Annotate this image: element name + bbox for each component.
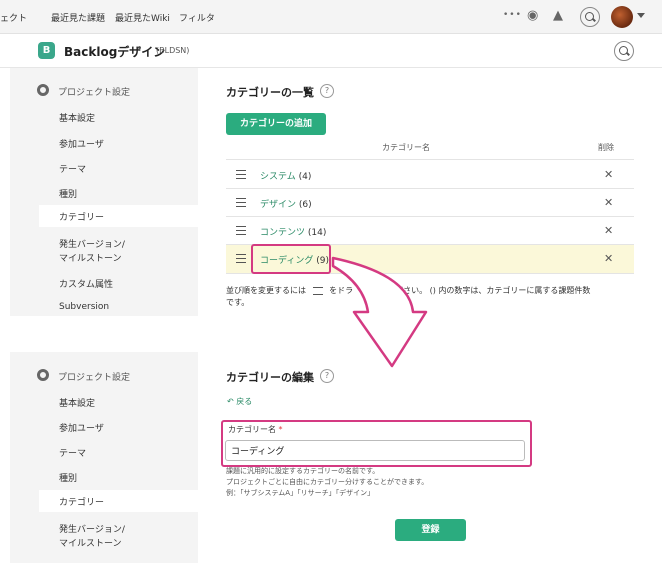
sidebar-heading: プロジェクト設定	[58, 88, 131, 98]
sidebar-item-milestone[interactable]: マイルストーン	[59, 251, 122, 264]
sidebar-item-theme[interactable]: テーマ	[59, 446, 86, 459]
gear-icon	[37, 84, 49, 96]
project-key: (BLDSN)	[156, 46, 190, 55]
delete-icon[interactable]: ✕	[604, 252, 613, 265]
nav-project[interactable]: ェクト	[0, 11, 27, 24]
sidebar-item-users[interactable]: 参加ユーザ	[59, 137, 104, 150]
delete-icon[interactable]: ✕	[604, 196, 613, 209]
sidebar-item-label: カテゴリー	[59, 213, 105, 223]
watch-eye-icon[interactable]: ◉	[527, 8, 538, 23]
gear-icon	[37, 369, 49, 381]
nav-recent-wiki[interactable]: 最近見たWiki	[115, 11, 170, 24]
project-search-icon[interactable]	[614, 41, 634, 61]
table-row: システム (4) ✕	[226, 161, 634, 189]
project-header: B Backlogデザイン (BLDSN)	[0, 34, 662, 68]
sidebar-heading: プロジェクト設定	[58, 373, 131, 383]
sidebar-item-version[interactable]: 発生バージョン/	[59, 522, 125, 535]
sidebar-item-category[interactable]: カテゴリー	[39, 490, 209, 512]
delete-icon[interactable]: ✕	[604, 168, 613, 181]
help-icon[interactable]: ?	[320, 84, 334, 98]
more-icon[interactable]: •••	[503, 10, 522, 20]
chevron-down-icon[interactable]	[637, 13, 645, 18]
sidebar-item-label: カテゴリー	[59, 498, 105, 508]
category-link[interactable]: デザイン (6)	[260, 197, 312, 210]
drag-handle-icon[interactable]	[236, 254, 246, 263]
settings-sidebar-edit: プロジェクト設定 基本設定 参加ユーザ テーマ 種別 カテゴリー 発生バージョン…	[10, 352, 209, 563]
category-edit-title: カテゴリーの編集	[226, 371, 314, 384]
category-list-title: カテゴリーの一覧	[226, 86, 314, 99]
field-hint: 課題に汎用的に設定するカテゴリーの名前です。 プロジェクトごとに自由にカテゴリー…	[226, 467, 429, 497]
table-divider	[226, 159, 634, 160]
top-navigation: ェクト 最近見た課題 最近見たWiki フィルタ ••• ◉ ▲	[0, 0, 662, 34]
sidebar-item-basic[interactable]: 基本設定	[59, 396, 95, 409]
drag-handle-icon[interactable]	[236, 226, 246, 235]
table-row: デザイン (6) ✕	[226, 189, 634, 217]
sidebar-item-subversion[interactable]: Subversion	[59, 302, 109, 312]
table-row: コンテンツ (14) ✕	[226, 217, 634, 245]
sidebar-item-users[interactable]: 参加ユーザ	[59, 421, 104, 434]
sidebar-item-version[interactable]: 発生バージョン/	[59, 237, 125, 250]
nav-recent-issues[interactable]: 最近見た課題	[51, 11, 105, 24]
sidebar-item-category[interactable]: カテゴリー	[39, 205, 209, 227]
search-icon[interactable]	[580, 7, 600, 27]
user-avatar[interactable]	[611, 6, 633, 28]
sidebar-item-basic[interactable]: 基本設定	[59, 111, 95, 124]
category-link[interactable]: システム (4)	[260, 169, 311, 182]
notification-bell-icon[interactable]: ▲	[553, 8, 563, 23]
highlight-box-selected-category	[251, 244, 331, 274]
project-name[interactable]: Backlogデザイン	[64, 43, 165, 60]
add-category-button[interactable]: カテゴリーの追加	[226, 113, 326, 135]
drag-handle-icon	[312, 286, 323, 295]
help-icon[interactable]: ?	[320, 369, 334, 383]
drag-handle-icon[interactable]	[236, 170, 246, 179]
settings-sidebar: プロジェクト設定 基本設定 参加ユーザ テーマ 種別 カテゴリー 発生バージョン…	[10, 68, 209, 316]
column-header-delete: 削除	[598, 143, 614, 152]
nav-filter[interactable]: フィルタ	[179, 11, 215, 24]
sidebar-item-milestone[interactable]: マイルストーン	[59, 536, 122, 549]
sidebar-item-theme[interactable]: テーマ	[59, 162, 86, 175]
sidebar-item-type[interactable]: 種別	[59, 471, 77, 484]
project-logo-icon[interactable]: B	[38, 42, 55, 59]
sidebar-item-type[interactable]: 種別	[59, 187, 77, 200]
back-link[interactable]: ↶ 戻る	[227, 396, 252, 407]
submit-button[interactable]: 登録	[395, 519, 466, 541]
highlight-box-edit-field	[221, 420, 532, 467]
sidebar-item-custom-fields[interactable]: カスタム属性	[59, 277, 113, 290]
reorder-note: 並び順を変更するには をドラ ください。 () 内の数字は、カテゴリーに属する課題…	[226, 286, 591, 307]
back-arrow-icon: ↶	[227, 397, 234, 406]
drag-handle-icon[interactable]	[236, 198, 246, 207]
column-header-name: カテゴリー名	[382, 143, 430, 152]
delete-icon[interactable]: ✕	[604, 224, 613, 237]
category-link[interactable]: コンテンツ (14)	[260, 225, 326, 238]
